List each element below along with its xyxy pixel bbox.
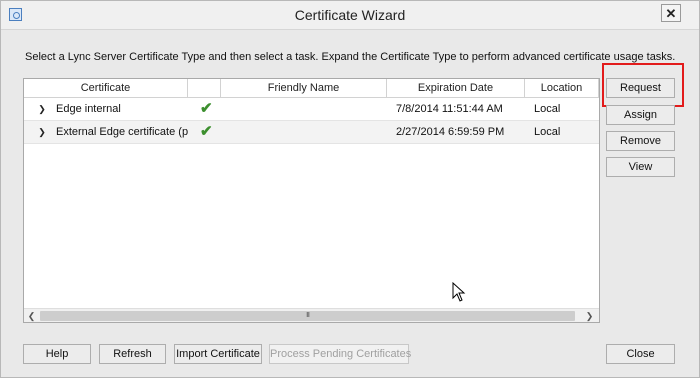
cell-location: Local: [534, 126, 561, 138]
window-title: Certificate Wizard: [294, 7, 406, 23]
horizontal-scrollbar[interactable]: ❮ III ❯: [24, 308, 599, 322]
close-icon[interactable]: ✕: [661, 4, 681, 22]
cell-friendly-name: [225, 121, 385, 143]
table-row[interactable]: ❯ Edge internal ✔ 7/8/2014 11:51:44 AM L…: [24, 98, 599, 122]
remove-button[interactable]: Remove: [606, 131, 675, 151]
chevron-down-icon[interactable]: ❯: [36, 102, 48, 116]
column-header-friendly-name[interactable]: Friendly Name: [221, 79, 387, 98]
scroll-left-icon[interactable]: ❮: [24, 309, 39, 322]
process-pending-certificates-button[interactable]: Process Pending Certificates: [269, 344, 411, 364]
request-button[interactable]: Request: [606, 78, 675, 98]
cell-expiration-date: 7/8/2014 11:51:44 AM: [396, 103, 503, 115]
cell-expiration-date: 2/27/2014 6:59:59 PM: [396, 126, 505, 138]
refresh-button[interactable]: Refresh: [99, 344, 166, 364]
cell-certificate: Edge internal: [56, 103, 121, 115]
check-icon: ✔: [200, 123, 213, 140]
check-icon: ✔: [200, 100, 213, 117]
column-header-certificate[interactable]: Certificate: [24, 79, 188, 98]
cell-location: Local: [534, 103, 561, 115]
instruction-text: Select a Lync Server Certificate Type an…: [25, 51, 676, 63]
import-certificate-button[interactable]: Import Certificate: [174, 344, 262, 364]
assign-button[interactable]: Assign: [606, 105, 675, 125]
help-button[interactable]: Help: [23, 344, 91, 364]
chevron-down-icon[interactable]: ❯: [36, 125, 48, 139]
cell-certificate: External Edge certificate (pu: [56, 126, 188, 138]
column-header-status[interactable]: [188, 79, 221, 98]
table-row[interactable]: ❯ External Edge certificate (pu ✔ 2/27/2…: [24, 120, 599, 144]
column-header-expiration-date[interactable]: Expiration Date: [387, 79, 525, 98]
column-header-location[interactable]: Location: [525, 79, 599, 98]
certificate-wizard-window: Certificate Wizard ✕ Select a Lync Serve…: [0, 0, 700, 378]
scroll-right-icon[interactable]: ❯: [582, 309, 597, 322]
title-bar: Certificate Wizard ✕: [1, 1, 699, 30]
view-button[interactable]: View: [606, 157, 675, 177]
scroll-thumb[interactable]: III: [40, 311, 575, 321]
close-button[interactable]: Close: [606, 344, 675, 364]
mouse-cursor-icon: [452, 282, 466, 302]
certificate-grid: Certificate Friendly Name Expiration Dat…: [23, 78, 600, 323]
cell-friendly-name: [225, 98, 385, 120]
